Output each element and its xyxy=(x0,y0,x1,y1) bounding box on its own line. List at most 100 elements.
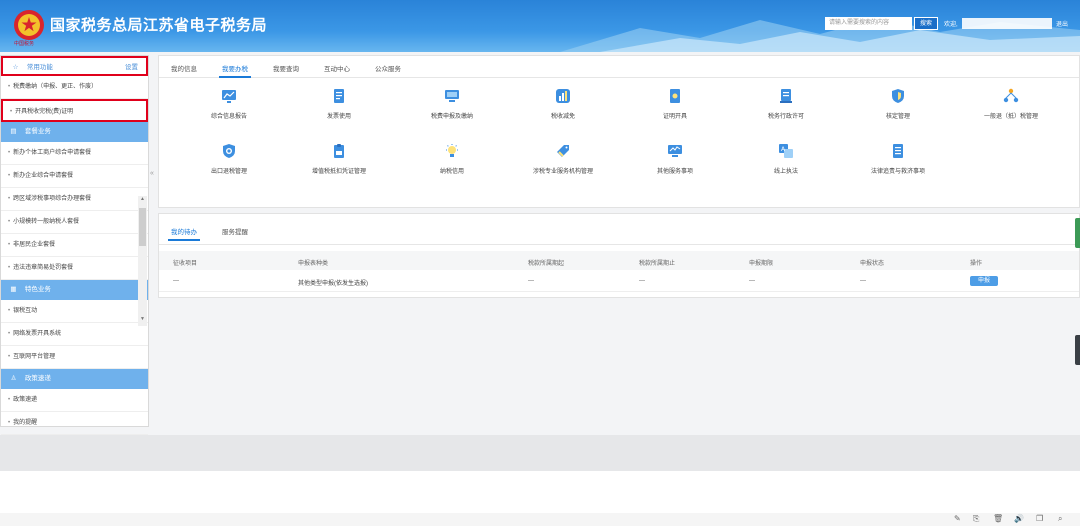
table-cell: --- xyxy=(173,278,179,284)
scroll-thumb[interactable] xyxy=(139,208,146,246)
section-feature[interactable]: ▦ 特色业务 xyxy=(1,280,148,300)
window-icon[interactable]: ❐ xyxy=(1036,514,1043,523)
person-icon: ♙ xyxy=(10,375,17,382)
sidebar-item-tax-certificate[interactable]: 开具税收完税(费)证明 xyxy=(1,99,148,122)
bottom-toolbar: ✎ ⎘ 🗑 🔊 ❐ ⌕ xyxy=(0,513,1080,526)
table-row xyxy=(159,270,1079,292)
star-icon: ☆ xyxy=(12,64,19,71)
func-label: 证明开具 xyxy=(662,114,687,120)
collapse-sidebar-icon[interactable]: « xyxy=(150,170,157,184)
section-policy[interactable]: ♙ 政策速递 xyxy=(1,369,148,389)
func-label: 涉税专业服务机构管理 xyxy=(532,169,593,175)
section-common[interactable]: ☆ 常用功能 设置 xyxy=(1,56,148,76)
sidebar-item-feature[interactable]: 银税互动 xyxy=(1,300,148,323)
sidebar-item-package[interactable]: 新办企业综合申请套餐 xyxy=(1,165,148,188)
tab-public-service[interactable]: 公众服务 xyxy=(375,63,401,73)
declare-button[interactable]: 申报 xyxy=(970,276,998,286)
license-icon xyxy=(780,89,792,103)
sidebar-item-feature[interactable]: 互联网平台管理 xyxy=(1,346,148,369)
logo-subtext: 中国税务 xyxy=(14,41,35,47)
sidebar-item-package[interactable]: 新办个体工商户综合申请套餐 xyxy=(1,142,148,165)
sidebar-item-package[interactable]: 非居民企业套餐 xyxy=(1,234,148,257)
column-header: 申报状态 xyxy=(860,261,885,267)
sidebar-item-reminders[interactable]: 我的提醒 xyxy=(1,412,148,435)
func-label: 出口退税管理 xyxy=(210,169,247,175)
sidebar: ☆ 常用功能 设置 税费缴纳（申报、更正、作废） 开具税收完税(费)证明 ▤ 套… xyxy=(0,55,149,435)
func-label: 增值税抵扣凭证管理 xyxy=(311,169,366,175)
shield-icon xyxy=(892,89,904,103)
settings-link[interactable]: 设置 xyxy=(125,58,138,78)
sidebar-item-package[interactable]: 小规模转一般纳税人套餐 xyxy=(1,211,148,234)
section-package[interactable]: ▤ 套餐业务 xyxy=(1,122,148,142)
func-vat-deduction[interactable]: 增值税抵扣凭证管理 xyxy=(294,143,384,175)
right-float-tab[interactable] xyxy=(1075,218,1080,248)
tab-interaction[interactable]: 互动中心 xyxy=(324,63,350,73)
main-tabs: 我的信息 我要办税 我要查询 互动中心 公众服务 xyxy=(159,56,1079,78)
stack-icon: ▤ xyxy=(10,128,17,135)
func-declare-pay[interactable]: 税费申报及缴纳 xyxy=(407,88,497,120)
bar-chart-icon xyxy=(556,89,570,103)
tab-my-todo[interactable]: 我的待办 xyxy=(168,226,200,241)
section-common-label: 常用功能 xyxy=(26,64,53,71)
right-float-tab[interactable] xyxy=(1075,335,1080,365)
table-cell: --- xyxy=(860,278,866,284)
func-label: 综合信息报告 xyxy=(210,114,247,120)
func-online-enforcement[interactable]: A 线上执法 xyxy=(741,143,831,175)
func-label: 税收减免 xyxy=(550,114,575,120)
clipboard-icon xyxy=(334,144,344,158)
trash-icon[interactable]: 🗑 xyxy=(993,514,1003,523)
func-admin-license[interactable]: 税务行政许可 xyxy=(741,88,831,120)
tab-query[interactable]: 我要查询 xyxy=(273,63,299,73)
func-refund[interactable]: 一般退（抵）税管理 xyxy=(966,88,1056,120)
column-header: 申报表种类 xyxy=(298,261,329,267)
search-input[interactable]: 请输入需要搜索的内容 xyxy=(825,17,912,30)
sidebar-item-package[interactable]: 违法违章简易处罚套餐 xyxy=(1,257,148,280)
section-package-label: 套餐业务 xyxy=(24,128,51,135)
speaker-icon[interactable]: 🔊 xyxy=(1014,514,1024,523)
monitor-wave-icon xyxy=(668,145,682,157)
sidebar-item-tax-payment[interactable]: 税费缴纳（申报、更正、作废） xyxy=(1,76,148,99)
footer-band xyxy=(0,435,1080,471)
search-icon[interactable]: ⌕ xyxy=(1058,514,1062,524)
table-cell: 其他类型申报(依发生选报) xyxy=(298,281,368,287)
top-banner: 中国税务 国家税务总局江苏省电子税务局 请输入需要搜索的内容 搜索 欢迎, 退出 xyxy=(0,0,1080,52)
logout-link[interactable]: 退出 xyxy=(1056,19,1068,28)
func-agency-manage[interactable]: 涉税专业服务机构管理 xyxy=(518,143,608,175)
tax-emblem-icon xyxy=(14,10,44,40)
func-credit[interactable]: 纳税信用 xyxy=(407,143,497,175)
function-panel: 我的信息 我要办税 我要查询 互动中心 公众服务 综合信息报告 发票使用 税费申… xyxy=(158,55,1080,208)
func-label: 纳税信用 xyxy=(439,169,464,175)
translate-icon: A xyxy=(779,144,793,158)
tag-icon xyxy=(557,145,569,157)
func-info-report[interactable]: 综合信息报告 xyxy=(184,88,274,120)
func-assessment[interactable]: 核定管理 xyxy=(853,88,943,120)
func-legal-remedy[interactable]: 法律追责与救济事项 xyxy=(853,143,943,175)
sidebar-item-policy[interactable]: 政策速递 xyxy=(1,389,148,412)
func-label: 税务行政许可 xyxy=(767,114,804,120)
search-button[interactable]: 搜索 xyxy=(914,17,938,30)
func-label: 核定管理 xyxy=(885,114,910,120)
tab-service-reminder[interactable]: 服务提醒 xyxy=(222,226,248,236)
func-certificate[interactable]: 证明开具 xyxy=(630,88,720,120)
column-header: 税款所属期起 xyxy=(528,261,565,267)
tab-tax-handling[interactable]: 我要办税 xyxy=(219,63,251,78)
func-export-refund[interactable]: 出口退税管理 xyxy=(184,143,274,175)
desktop-icon xyxy=(445,90,459,102)
scroll-down-icon[interactable]: ▼ xyxy=(138,316,147,326)
func-label: 法律追责与救济事项 xyxy=(870,169,925,175)
monitor-chart-icon xyxy=(222,90,236,103)
sidebar-item-feature[interactable]: 网络发票开具系统 xyxy=(1,323,148,346)
sidebar-item-package[interactable]: 跨区域涉税事项综合办理套餐 xyxy=(1,188,148,211)
scroll-up-icon[interactable]: ▲ xyxy=(138,196,147,206)
column-header: 税款所属期止 xyxy=(639,261,676,267)
paint-icon[interactable]: ✎ xyxy=(954,514,961,523)
username-redacted xyxy=(962,18,1052,29)
func-tax-relief[interactable]: 税收减免 xyxy=(518,88,608,120)
copy-icon[interactable]: ⎘ xyxy=(973,514,979,524)
func-label: 其他服务事项 xyxy=(656,169,693,175)
func-other-services[interactable]: 其他服务事项 xyxy=(630,143,720,175)
sidebar-scrollbar[interactable]: ▲ ▼ xyxy=(138,196,147,326)
tab-my-info[interactable]: 我的信息 xyxy=(171,63,197,73)
welcome-text: 欢迎, xyxy=(944,22,958,28)
func-invoice-use[interactable]: 发票使用 xyxy=(294,88,384,120)
